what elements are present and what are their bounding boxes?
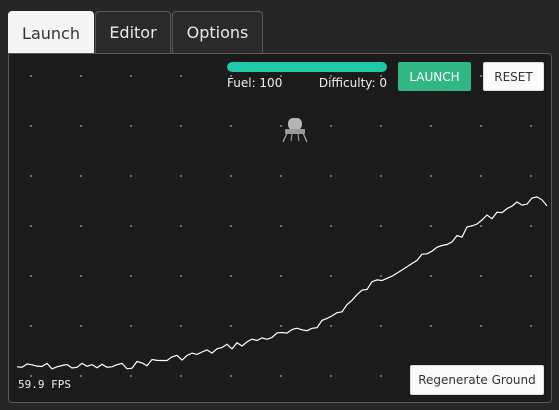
- launch-button[interactable]: LAUNCH: [398, 62, 471, 91]
- reset-button[interactable]: RESET: [483, 62, 544, 91]
- background-grid: [30, 75, 532, 377]
- tab-options[interactable]: Options: [172, 11, 263, 53]
- game-scene: [16, 75, 548, 377]
- fps-counter: 59.9 FPS: [18, 378, 71, 391]
- lander-icon: [282, 118, 308, 143]
- fuel-label: Fuel: 100: [227, 76, 283, 90]
- difficulty-label: Difficulty: 0: [318, 76, 387, 90]
- tab-bar: Launch Editor Options: [8, 11, 264, 54]
- terrain-ground: [16, 196, 548, 370]
- tab-launch[interactable]: Launch: [8, 11, 94, 54]
- tab-editor[interactable]: Editor: [95, 11, 171, 53]
- fuel-bar-fill: [227, 62, 387, 72]
- regenerate-ground-button[interactable]: Regenerate Ground: [410, 365, 544, 395]
- fuel-bar: [227, 62, 387, 72]
- game-canvas[interactable]: Fuel: 100 Difficulty: 0 LAUNCH RESET Reg…: [8, 53, 552, 403]
